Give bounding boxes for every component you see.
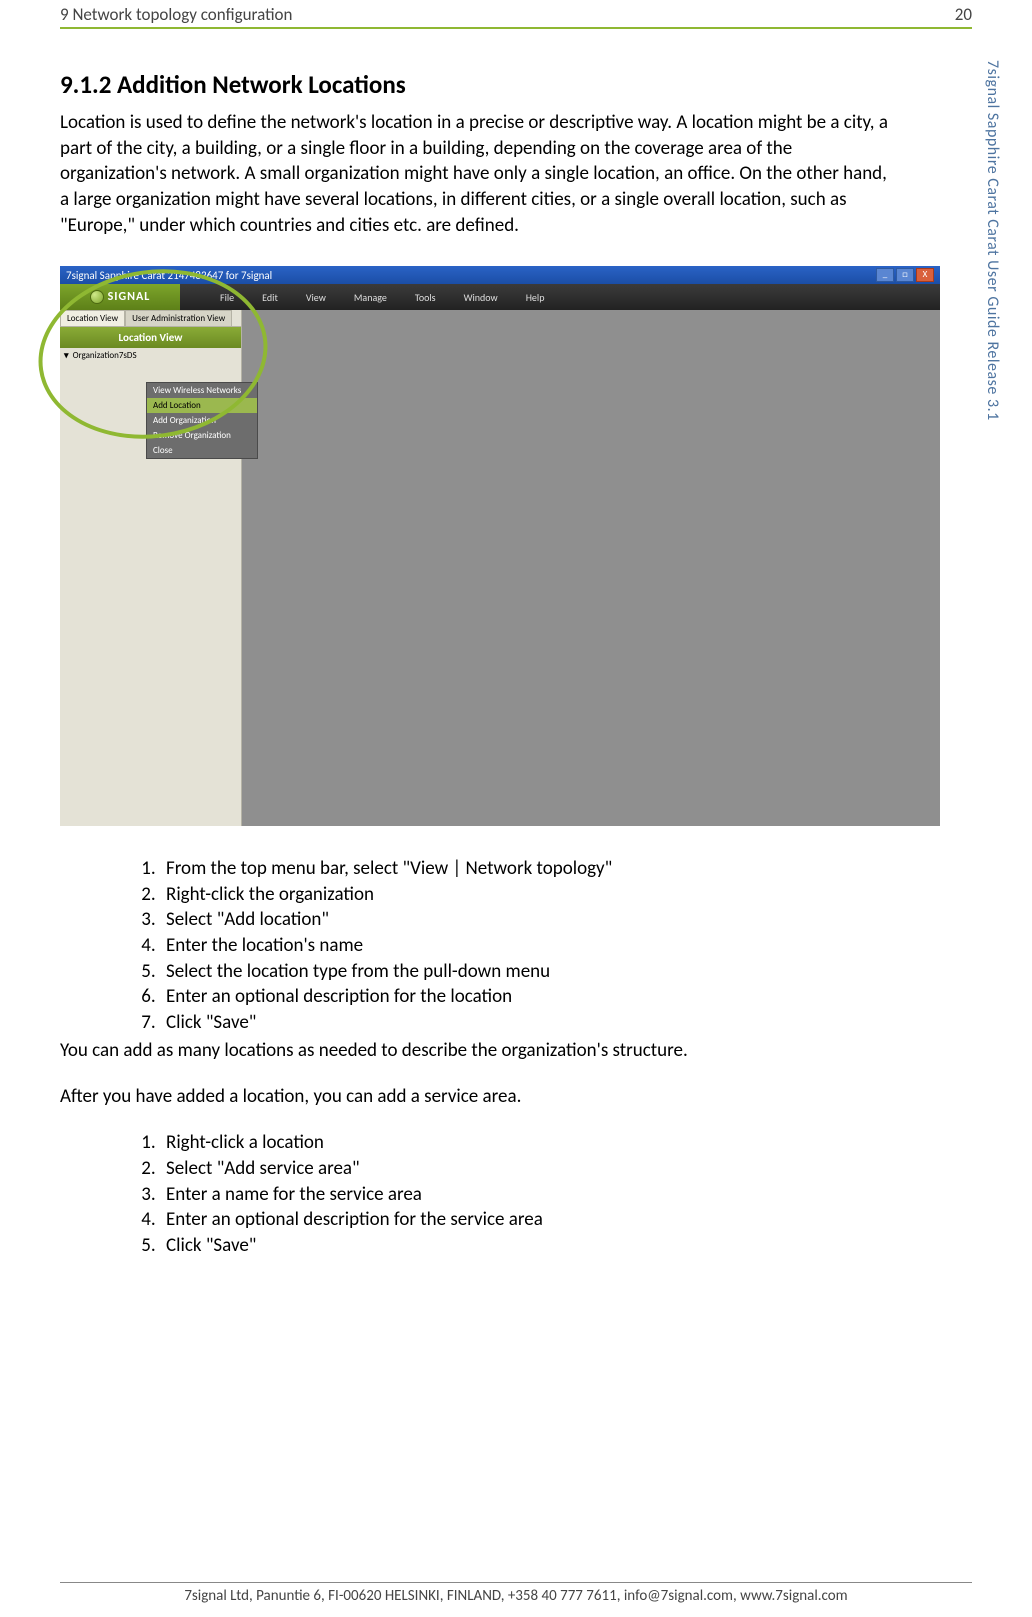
list-item: Enter an optional description for the lo… — [160, 984, 892, 1010]
app-logo: SIGNAL — [60, 284, 180, 310]
ctx-close[interactable]: Close — [147, 443, 257, 458]
app-screenshot: 7signal Sapphire Carat 2147483647 for 7s… — [60, 266, 940, 826]
logo-text: SIGNAL — [108, 290, 151, 304]
list-item: Select the location type from the pull-d… — [160, 959, 892, 985]
list-item: Enter a name for the service area — [160, 1182, 892, 1208]
menu-window[interactable]: Window — [464, 291, 498, 304]
menu-manage[interactable]: Manage — [354, 291, 387, 304]
ctx-add-organization[interactable]: Add Organization — [147, 413, 257, 428]
ctx-view-wireless[interactable]: View Wireless Networks — [147, 383, 257, 398]
close-button[interactable]: X — [916, 268, 934, 282]
ctx-add-location[interactable]: Add Location — [147, 398, 257, 413]
app-menu-bar: SIGNAL File Edit View Manage Tools Windo… — [60, 284, 940, 310]
list-item: Select "Add location" — [160, 907, 892, 933]
menu-tools[interactable]: Tools — [415, 291, 436, 304]
section-heading: 9.1.2 Addition Network Locations — [60, 69, 892, 100]
note-after-steps1: You can add as many locations as needed … — [60, 1038, 892, 1064]
list-item: Enter an optional description for the se… — [160, 1207, 892, 1233]
tab-location-view[interactable]: Location View — [60, 310, 125, 326]
location-view-header: Location View — [60, 327, 241, 348]
window-titlebar: 7signal Sapphire Carat 2147483647 for 7s… — [60, 266, 940, 284]
page-footer: 7signal Ltd, Panuntie 6, FI-00620 HELSIN… — [60, 1582, 972, 1605]
page-header: 9 Network topology configuration 20 — [60, 0, 972, 25]
list-item: From the top menu bar, select "View | Ne… — [160, 856, 892, 882]
header-chapter: 9 Network topology configuration — [60, 4, 292, 25]
tab-user-admin[interactable]: User Administration View — [125, 310, 232, 326]
after-text: After you have added a location, you can… — [60, 1085, 892, 1108]
steps-list-1: From the top menu bar, select "View | Ne… — [60, 856, 892, 1035]
tree-root-label: Organization7sDS — [73, 350, 137, 361]
header-page-number: 20 — [955, 4, 972, 25]
list-item: Select "Add service area" — [160, 1156, 892, 1182]
logo-icon — [90, 290, 104, 304]
list-item: Right-click a location — [160, 1130, 892, 1156]
footer-text: 7signal Ltd, Panuntie 6, FI-00620 HELSIN… — [60, 1587, 972, 1605]
maximize-button[interactable]: □ — [896, 268, 914, 282]
collapse-icon[interactable]: ▾ — [64, 350, 69, 361]
menu-help[interactable]: Help — [526, 291, 545, 304]
window-buttons: _ □ X — [876, 268, 934, 282]
window-title: 7signal Sapphire Carat 2147483647 for 7s… — [66, 269, 272, 282]
section-intro: Location is used to define the network's… — [60, 110, 892, 238]
context-menu: View Wireless Networks Add Location Add … — [146, 382, 258, 459]
list-item: Click "Save" — [160, 1233, 892, 1259]
steps-list-2: Right-click a location Select "Add servi… — [60, 1130, 892, 1258]
menu-view[interactable]: View — [306, 291, 326, 304]
menu-file[interactable]: File — [220, 291, 234, 304]
menu-edit[interactable]: Edit — [262, 291, 278, 304]
ctx-remove-organization[interactable]: Remove Organization — [147, 428, 257, 443]
list-item: Right-click the organization — [160, 882, 892, 908]
tree-root-node[interactable]: ▾ Organization7sDS — [60, 348, 241, 363]
doc-title-vertical: 7signal Sapphire Carat Carat User Guide … — [983, 60, 1002, 421]
minimize-button[interactable]: _ — [876, 268, 894, 282]
footer-rule — [60, 1582, 972, 1583]
content-pane — [242, 310, 940, 826]
list-item: Enter the location's name — [160, 933, 892, 959]
sidebar-panel: Location View User Administration View L… — [60, 310, 242, 826]
menu-items: File Edit View Manage Tools Window Help — [180, 291, 544, 304]
list-item: Click "Save" — [160, 1010, 892, 1036]
